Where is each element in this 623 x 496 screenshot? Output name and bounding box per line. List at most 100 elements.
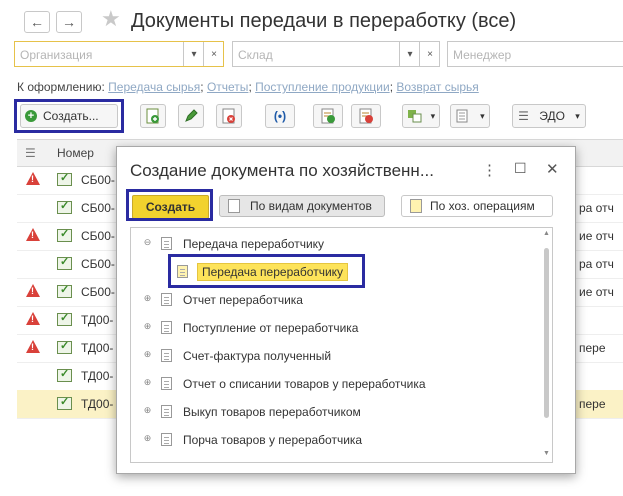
tree-item-label: Порча товаров у переработчика <box>183 433 363 447</box>
warehouse-placeholder: Склад <box>238 48 273 62</box>
close-icon: × <box>427 48 433 60</box>
row-extra: ра отч <box>579 257 614 271</box>
document-post-icon <box>321 108 335 124</box>
link-raw-transfer[interactable]: Передача сырья <box>108 80 200 94</box>
posted-doc-icon <box>57 255 72 270</box>
edit-button[interactable] <box>178 104 204 128</box>
to-process-links: К оформлению: Передача сырья; Отчеты; По… <box>17 80 479 94</box>
tree-item[interactable]: ⊕ Порча товаров у переработчика <box>131 426 541 454</box>
edo-icon: ☰ <box>518 109 529 123</box>
operations-icon <box>410 199 422 213</box>
edo-label: ЭДО <box>539 109 565 123</box>
row-number: СБ00- <box>81 173 115 187</box>
row-number: СБ00- <box>81 257 115 271</box>
page-icon <box>161 293 172 306</box>
tree-item-label: Поступление от переработчика <box>183 321 359 335</box>
page-icon <box>161 237 172 250</box>
posted-doc-icon <box>57 171 72 186</box>
organization-clear-button[interactable]: × <box>203 42 224 66</box>
forward-button[interactable]: → <box>56 11 82 33</box>
organization-placeholder: Организация <box>20 48 93 62</box>
row-number: СБ00- <box>81 229 115 243</box>
scrollbar-thumb[interactable] <box>544 248 549 418</box>
tree-scrollbar[interactable]: ▲ ▼ <box>541 228 552 462</box>
document-delete-icon <box>222 108 235 124</box>
warehouse-clear-button[interactable]: × <box>419 42 440 66</box>
manager-field[interactable]: Менеджер <box>447 41 623 67</box>
row-extra: ра отч <box>579 201 614 215</box>
tab-by-operations-label: По хоз. операциям <box>430 199 535 213</box>
edo-button[interactable]: ☰ ЭДО ▾ <box>512 104 586 128</box>
arrow-right-icon: → <box>62 14 76 30</box>
tree-item[interactable]: ⊕ Отчет о списании товаров у переработчик… <box>131 370 541 398</box>
expand-icon[interactable]: ⊕ <box>143 322 152 331</box>
warehouse-field[interactable]: Склад ▾ × <box>232 41 440 67</box>
row-number: ТД00- <box>81 313 114 327</box>
posted-doc-icon <box>57 283 72 298</box>
tree-item[interactable]: ⊕ Счет-фактура полученный <box>131 342 541 370</box>
favorite-star-icon[interactable]: ★ <box>101 6 121 32</box>
posted-doc-icon <box>57 339 72 354</box>
document-unpost-icon <box>359 108 373 124</box>
tree-item-highlight <box>168 254 365 288</box>
tree-item-label: Счет-фактура полученный <box>183 349 332 363</box>
tab-by-operations[interactable]: По хоз. операциям <box>401 195 553 217</box>
scroll-up-icon[interactable]: ▲ <box>543 230 550 237</box>
page-icon <box>161 405 172 418</box>
related-docs-button[interactable]: ▾ <box>402 104 440 128</box>
page-icon <box>161 349 172 362</box>
chevron-down-icon: ▾ <box>191 48 197 60</box>
dialog-title: Создание документа по хозяйственн... <box>130 161 434 180</box>
unpost-button[interactable] <box>351 104 381 128</box>
chevron-down-icon: ▾ <box>430 110 436 121</box>
organization-field[interactable]: Организация ▾ × <box>14 41 224 67</box>
create-button-highlight <box>126 189 213 221</box>
row-number: СБ00- <box>81 285 115 299</box>
close-icon[interactable]: ✕ <box>546 160 559 178</box>
maximize-icon[interactable]: ☐ <box>514 160 527 177</box>
link-separator: ; <box>389 80 394 94</box>
tree-item[interactable]: ⊕ Отчет переработчика <box>131 286 541 314</box>
expand-icon[interactable]: ⊕ <box>143 378 152 387</box>
link-reports[interactable]: Отчеты <box>207 80 248 94</box>
column-number[interactable]: Номер <box>57 146 94 160</box>
link-product-receipt[interactable]: Поступление продукции <box>255 80 390 94</box>
tree-item[interactable]: ⊕ Выкуп товаров переработчиком <box>131 398 541 426</box>
tree-item[interactable]: ⊕ Поступление от переработчика <box>131 314 541 342</box>
expand-icon[interactable]: ⊕ <box>143 350 152 359</box>
warning-icon <box>26 172 40 185</box>
tree-item-label: Выкуп товаров переработчиком <box>183 405 361 419</box>
expand-icon[interactable]: ⊕ <box>143 406 152 415</box>
posted-doc-icon <box>57 395 72 410</box>
page-icon <box>161 433 172 446</box>
expand-icon[interactable]: ⊕ <box>143 434 152 443</box>
row-extra: пере <box>579 397 606 411</box>
tab-by-doc-types-label: По видам документов <box>250 199 372 213</box>
posted-doc-icon <box>57 199 72 214</box>
tree-group-label: Передача переработчику <box>183 237 325 251</box>
organization-dropdown-button[interactable]: ▾ <box>183 42 204 66</box>
link-raw-return[interactable]: Возврат сырья <box>396 80 478 94</box>
column-settings-icon[interactable]: ☰ <box>25 146 36 160</box>
back-button[interactable]: ← <box>24 11 50 33</box>
scroll-down-icon[interactable]: ▼ <box>543 450 550 457</box>
pencil-icon <box>185 109 198 122</box>
more-icon[interactable]: ⋮ <box>482 161 497 179</box>
warning-icon <box>26 340 40 353</box>
page-icon <box>161 321 172 334</box>
collapse-icon[interactable]: ⊖ <box>143 238 152 247</box>
structure-icon <box>407 110 422 123</box>
post-button[interactable] <box>313 104 343 128</box>
tree-item-label: Отчет о списании товаров у переработчика <box>183 377 426 391</box>
page-icon <box>161 377 172 390</box>
doc-list-icon <box>228 199 240 213</box>
posted-doc-icon <box>57 227 72 242</box>
warehouse-dropdown-button[interactable]: ▾ <box>399 42 420 66</box>
print-button[interactable]: ▾ <box>450 104 490 128</box>
expand-icon[interactable]: ⊕ <box>143 294 152 303</box>
print-icon <box>456 109 468 123</box>
create-copy-button[interactable] <box>140 104 166 128</box>
tab-by-doc-types[interactable]: По видам документов <box>219 195 385 217</box>
exchange-button[interactable]: (•) <box>265 104 295 128</box>
delete-button[interactable] <box>216 104 242 128</box>
